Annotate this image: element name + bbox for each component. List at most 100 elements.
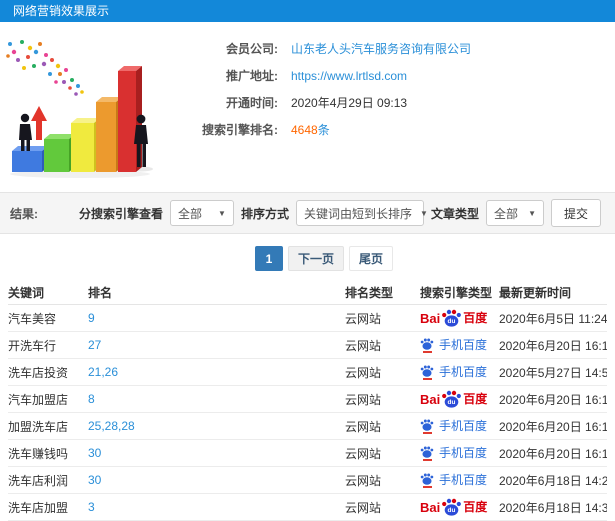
- submit-button[interactable]: 提交: [550, 199, 601, 227]
- baidu-paw-icon: du: [442, 309, 462, 327]
- rank-type-cell: 云网站: [345, 419, 382, 434]
- info-row-company: 会员公司: 山东老人头汽车服务咨询有限公司: [186, 40, 471, 57]
- sort-filter-value: 关键词由短到长排序: [303, 206, 412, 221]
- sort-filter-select[interactable]: 关键词由短到长排序 ▼: [295, 200, 428, 226]
- header-engine-type: 搜索引擎类型: [420, 286, 493, 300]
- engine-cell: Bai du 百度: [420, 498, 499, 516]
- engine-cell: 手机百度: [420, 338, 499, 353]
- promo-url-label: 推广地址:: [226, 69, 278, 83]
- updated-cell: 2020年6月20日 16:11: [499, 419, 607, 434]
- keyword-cell: 洗车店加盟: [8, 500, 69, 515]
- mobile-baidu-badge: 手机百度: [420, 365, 487, 380]
- table-row: 汽车美容 9 云网站 Bai du 百度 2020年6月5日 11:24: [8, 305, 607, 332]
- engine-filter-value: 全部: [177, 206, 202, 221]
- rank-type-cell: 云网站: [345, 338, 382, 353]
- updated-cell: 2020年6月5日 11:24: [499, 311, 607, 326]
- page-button-next[interactable]: 下一页: [288, 246, 345, 271]
- table-row: 加盟洗车店 25,28,28 云网站 手机百度 2020年6月20日 16:11: [8, 413, 607, 440]
- mobile-baidu-paw-icon: [420, 473, 434, 488]
- marketing-chart-illustration: [0, 22, 160, 190]
- rank-cell[interactable]: 27: [88, 338, 345, 352]
- svg-text:du: du: [448, 399, 456, 406]
- engine-cell: 手机百度: [420, 473, 499, 488]
- keyword-cell: 洗车店利润: [8, 473, 69, 488]
- updated-cell: 2020年5月27日 14:58: [499, 365, 607, 380]
- info-section: 会员公司: 山东老人头汽车服务咨询有限公司 推广地址: https://www.…: [0, 22, 615, 192]
- info-row-rank-count: 搜索引擎排名: 4648 条: [186, 121, 471, 138]
- businessman-left: [19, 113, 32, 151]
- rank-type-cell: 云网站: [345, 473, 382, 488]
- table-row: 洗车店投资 21,26 云网站 手机百度 2020年5月27日 14:58: [8, 359, 607, 386]
- mobile-baidu-paw-icon: [420, 338, 434, 353]
- mobile-baidu-paw-icon: [420, 365, 434, 380]
- updated-cell: 2020年6月20日 16:16: [499, 338, 607, 353]
- updated-cell: 2020年6月18日 14:30: [499, 500, 607, 515]
- keyword-cell: 汽车美容: [8, 311, 57, 326]
- filter-bar: 结果: 分搜索引擎查看 全部 ▼ 排序方式 关键词由短到长排序 ▼ 文章类型 全…: [0, 192, 615, 234]
- article-type-value: 全部: [493, 206, 518, 221]
- info-row-url: 推广地址: https://www.lrtlsd.com: [186, 67, 471, 84]
- up-arrow: [31, 106, 47, 140]
- baidu-logo: Bai du 百度: [420, 498, 488, 516]
- chevron-down-icon: ▼: [419, 208, 428, 218]
- open-time-value: 2020年4月29日 09:13: [291, 96, 408, 110]
- header-updated: 最新更新时间: [499, 286, 572, 300]
- rank-count-unit: 条: [317, 123, 330, 137]
- chevron-down-icon: ▼: [218, 208, 226, 218]
- rank-cell[interactable]: 8: [88, 392, 345, 406]
- rank-type-cell: 云网站: [345, 500, 382, 515]
- rank-cell[interactable]: 3: [88, 500, 345, 514]
- baidu-paw-icon: du: [442, 390, 462, 408]
- bar-green: [44, 134, 75, 172]
- rank-cell[interactable]: 21,26: [88, 365, 345, 379]
- sort-filter-label: 排序方式: [240, 206, 289, 221]
- article-type-select[interactable]: 全部 ▼: [485, 200, 544, 226]
- bar-yellow: [71, 118, 100, 172]
- table-row: 洗车赚钱吗 30 云网站 手机百度 2020年6月20日 16:12: [8, 440, 607, 467]
- page-button-last[interactable]: 尾页: [349, 246, 394, 271]
- baidu-paw-icon: du: [442, 498, 462, 516]
- engine-filter-select[interactable]: 全部 ▼: [169, 200, 234, 226]
- baidu-logo: Bai du 百度: [420, 309, 488, 327]
- company-label: 会员公司:: [226, 42, 278, 56]
- page-button-current[interactable]: 1: [255, 246, 283, 271]
- results-table: 关键词 排名 排名类型 搜索引擎类型 最新更新时间 汽车美容 9 云网站 Bai du 百…: [0, 281, 615, 521]
- keyword-cell: 汽车加盟店: [8, 392, 69, 407]
- pagination: 1 下一页 尾页: [255, 246, 615, 271]
- table-row: 开洗车行 27 云网站 手机百度 2020年6月20日 16:16: [8, 332, 607, 359]
- table-row: 汽车加盟店 8 云网站 Bai du 百度 2020年6月20日 16:12: [8, 386, 607, 413]
- svg-text:du: du: [448, 318, 456, 325]
- engine-cell: 手机百度: [420, 419, 499, 434]
- bar-chart-clipart: [6, 40, 153, 178]
- rank-cell[interactable]: 30: [88, 446, 345, 460]
- rank-cell[interactable]: 30: [88, 473, 345, 487]
- baidu-logo: Bai du 百度: [420, 390, 488, 408]
- header-rank: 排名: [88, 286, 113, 300]
- page-title-bar: 网络营销效果展示: [0, 0, 615, 22]
- table-body: 汽车美容 9 云网站 Bai du 百度 2020年6月5日 11:24 开洗车行 27 云网站手…: [8, 305, 607, 521]
- filter-group: 分搜索引擎查看 全部 ▼ 排序方式 关键词由短到长排序 ▼ 文章类型 全部 ▼ …: [79, 199, 601, 227]
- rank-cell[interactable]: 25,28,28: [88, 419, 345, 433]
- table-header-row: 关键词 排名 排名类型 搜索引擎类型 最新更新时间: [8, 281, 607, 305]
- mobile-baidu-paw-icon: [420, 446, 434, 461]
- rank-type-cell: 云网站: [345, 446, 382, 461]
- rank-type-cell: 云网站: [345, 311, 382, 326]
- mobile-baidu-badge: 手机百度: [420, 446, 487, 461]
- keyword-cell: 加盟洗车店: [8, 419, 69, 434]
- page-title: 网络营销效果展示: [13, 4, 110, 18]
- chevron-down-icon: ▼: [528, 208, 536, 218]
- promo-url-link[interactable]: https://www.lrtlsd.com: [291, 69, 407, 83]
- engine-cell: Bai du 百度: [420, 309, 499, 327]
- mobile-baidu-badge: 手机百度: [420, 473, 487, 488]
- result-label: 结果:: [10, 206, 38, 221]
- rank-type-cell: 云网站: [345, 365, 382, 380]
- engine-cell: 手机百度: [420, 365, 499, 380]
- updated-cell: 2020年6月20日 16:12: [499, 446, 607, 461]
- company-link[interactable]: 山东老人头汽车服务咨询有限公司: [291, 40, 471, 57]
- rank-count-value: 4648: [291, 122, 318, 137]
- table-row: 洗车店利润 30 云网站 手机百度 2020年6月18日 14:27: [8, 467, 607, 494]
- rank-cell[interactable]: 9: [88, 311, 345, 325]
- keyword-cell: 洗车店投资: [8, 365, 69, 380]
- mobile-baidu-badge: 手机百度: [420, 419, 487, 434]
- open-time-label: 开通时间:: [226, 96, 278, 110]
